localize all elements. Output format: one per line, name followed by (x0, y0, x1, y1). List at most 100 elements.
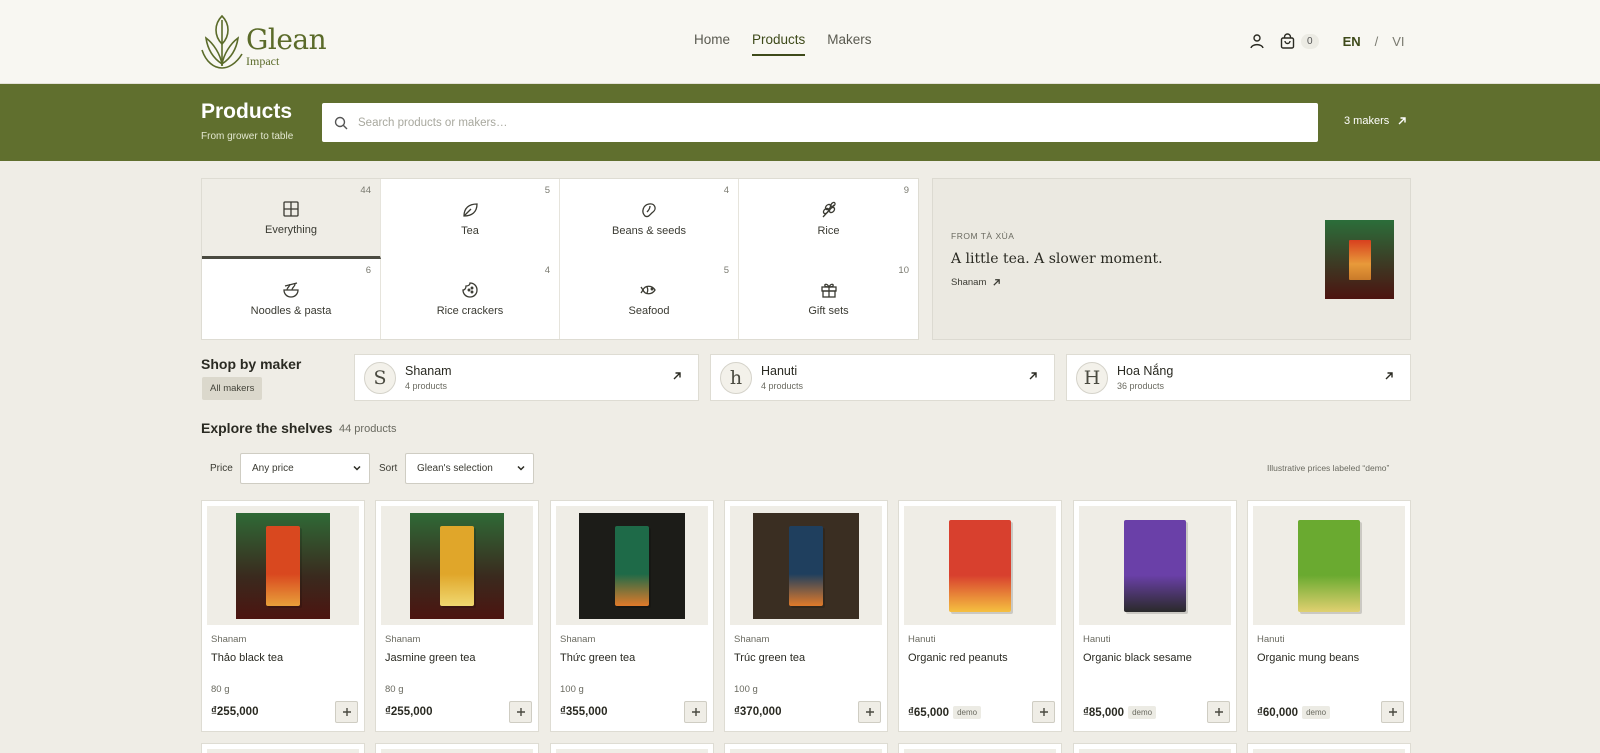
product-photo-illustration (579, 512, 685, 619)
category-label: Everything (265, 223, 317, 236)
add-to-cart-button[interactable] (858, 701, 881, 723)
add-to-cart-button[interactable] (1032, 701, 1055, 723)
category-tea[interactable]: 5 Tea (381, 179, 560, 259)
product-photo-illustration (1282, 513, 1376, 619)
add-to-cart-button[interactable] (1207, 701, 1230, 723)
makers-count-label: 3 makers (1344, 115, 1390, 127)
maker-card-shanam[interactable]: S Shanam 4 products (354, 354, 699, 401)
search-icon (334, 116, 348, 129)
product-maker: Shanam (385, 634, 421, 645)
product-card[interactable]: Shanam Trúc green tea 100 g ₫370,000 (724, 500, 888, 732)
nav-home[interactable]: Home (694, 32, 730, 56)
product-box-illustration (949, 519, 1011, 612)
maker-product-count: 4 products (405, 381, 448, 391)
lang-separator: / (1374, 33, 1379, 49)
product-weight: 100 g (734, 684, 758, 695)
logo-subtitle: Impact (246, 54, 280, 68)
add-to-cart-button[interactable] (684, 701, 707, 723)
product-card[interactable]: Shanam Thức green tea 100 g ₫355,000 (550, 500, 714, 732)
product-image[interactable] (556, 506, 708, 625)
all-makers-button[interactable]: All makers (202, 377, 263, 400)
maker-card-hanuti[interactable]: h Hanuti 4 products (710, 354, 1055, 401)
category-label: Tea (461, 225, 479, 237)
product-box-illustration (266, 525, 300, 606)
maker-card-hoa-nang[interactable]: H Hoa Nắng 36 products (1066, 354, 1411, 401)
product-image[interactable] (381, 506, 533, 625)
price-select[interactable]: Any price (240, 453, 370, 484)
maker-name: Shanam (405, 364, 452, 378)
tea-box-illustration (1348, 239, 1371, 280)
lang-en[interactable]: EN (1343, 34, 1361, 49)
product-price-row: ₫85,000 demo (1083, 706, 1157, 719)
product-name[interactable]: Organic red peanuts (908, 652, 1008, 664)
product-name[interactable]: Thức green tea (560, 652, 635, 664)
category-everything[interactable]: 44 Everything (202, 179, 381, 259)
logo[interactable]: Glean Impact (200, 12, 327, 70)
makers-count-link[interactable]: 3 makers (1344, 115, 1407, 127)
explore-title: Explore the shelves (201, 420, 333, 436)
arrow-up-right-icon (673, 372, 681, 380)
product-card[interactable]: Hanuti Organic mung beans ₫60,000 demo (1247, 500, 1411, 732)
maker-name: Hanuti (761, 364, 798, 378)
product-name[interactable]: Jasmine green tea (385, 652, 476, 664)
product-card-next-row (1073, 743, 1237, 753)
add-to-cart-button[interactable] (335, 701, 358, 723)
category-count: 9 (903, 185, 909, 196)
grid-icon (283, 200, 299, 217)
product-name[interactable]: Organic mung beans (1257, 652, 1359, 664)
category-rice[interactable]: 9 Rice (739, 179, 918, 259)
search-input[interactable] (358, 116, 1258, 129)
demo-badge: demo (953, 706, 982, 719)
product-image[interactable] (904, 506, 1056, 625)
product-name[interactable]: Trúc green tea (734, 652, 805, 664)
category-grid: 44 Everything 5 Tea 4 Beans & seeds 9 Ri… (201, 178, 919, 340)
product-card[interactable]: Shanam Thảo black tea 80 g ₫255,000 (201, 500, 365, 732)
product-maker: Shanam (560, 634, 596, 645)
product-price-row: ₫370,000 (734, 706, 781, 718)
feature-maker-link[interactable]: Shanam (951, 277, 1001, 288)
product-image[interactable] (1079, 506, 1231, 625)
category-rice-crackers[interactable]: 4 Rice crackers (381, 259, 560, 339)
add-to-cart-button[interactable] (509, 701, 532, 723)
category-noodles-pasta[interactable]: 6 Noodles & pasta (202, 259, 381, 339)
category-label: Noodles & pasta (250, 305, 332, 317)
gift-icon (820, 283, 837, 298)
product-card-next-row (201, 743, 365, 753)
product-card-next-row (898, 743, 1062, 753)
plus-icon (516, 708, 525, 716)
product-name[interactable]: Organic black sesame (1083, 652, 1192, 664)
product-image[interactable] (1253, 506, 1405, 625)
nav-makers[interactable]: Makers (827, 32, 871, 56)
category-label: Seafood (628, 305, 670, 317)
product-name[interactable]: Thảo black tea (211, 652, 283, 664)
header-actions: 0 EN / VI (1246, 30, 1405, 52)
page-title: Products (201, 100, 293, 123)
account-button[interactable] (1246, 30, 1268, 52)
product-card[interactable]: Shanam Jasmine green tea 80 g ₫255,000 (375, 500, 539, 732)
product-image[interactable] (730, 506, 882, 625)
add-to-cart-button[interactable] (1381, 701, 1404, 723)
category-seafood[interactable]: 5 Seafood (560, 259, 739, 339)
plus-icon (342, 708, 351, 716)
featured-promo[interactable]: FROM TÀ XÙA A little tea. A slower momen… (932, 178, 1411, 340)
category-beans-seeds[interactable]: 4 Beans & seeds (560, 179, 739, 259)
plus-icon (1388, 708, 1397, 716)
product-price-row: ₫255,000 (385, 706, 432, 718)
user-icon (1250, 34, 1264, 49)
product-card[interactable]: Hanuti Organic black sesame ₫85,000 demo (1073, 500, 1237, 732)
cracker-icon (462, 282, 478, 298)
category-count: 6 (365, 265, 371, 276)
product-price: ₫370,000 (734, 706, 782, 718)
product-card[interactable]: Hanuti Organic red peanuts ₫65,000 demo (898, 500, 1062, 732)
product-weight: 100 g (560, 684, 584, 695)
product-image[interactable] (207, 506, 359, 625)
lang-vi[interactable]: VI (1392, 34, 1404, 49)
cart-button[interactable] (1276, 30, 1298, 52)
nav-products[interactable]: Products (752, 32, 806, 56)
sort-select[interactable]: Glean's selection (405, 453, 534, 484)
product-price: ₫355,000 (560, 706, 608, 718)
category-gift-sets[interactable]: 10 Gift sets (739, 259, 918, 339)
product-photo-illustration (1108, 513, 1202, 619)
product-box-illustration (440, 525, 474, 606)
product-price: ₫255,000 (211, 706, 259, 718)
